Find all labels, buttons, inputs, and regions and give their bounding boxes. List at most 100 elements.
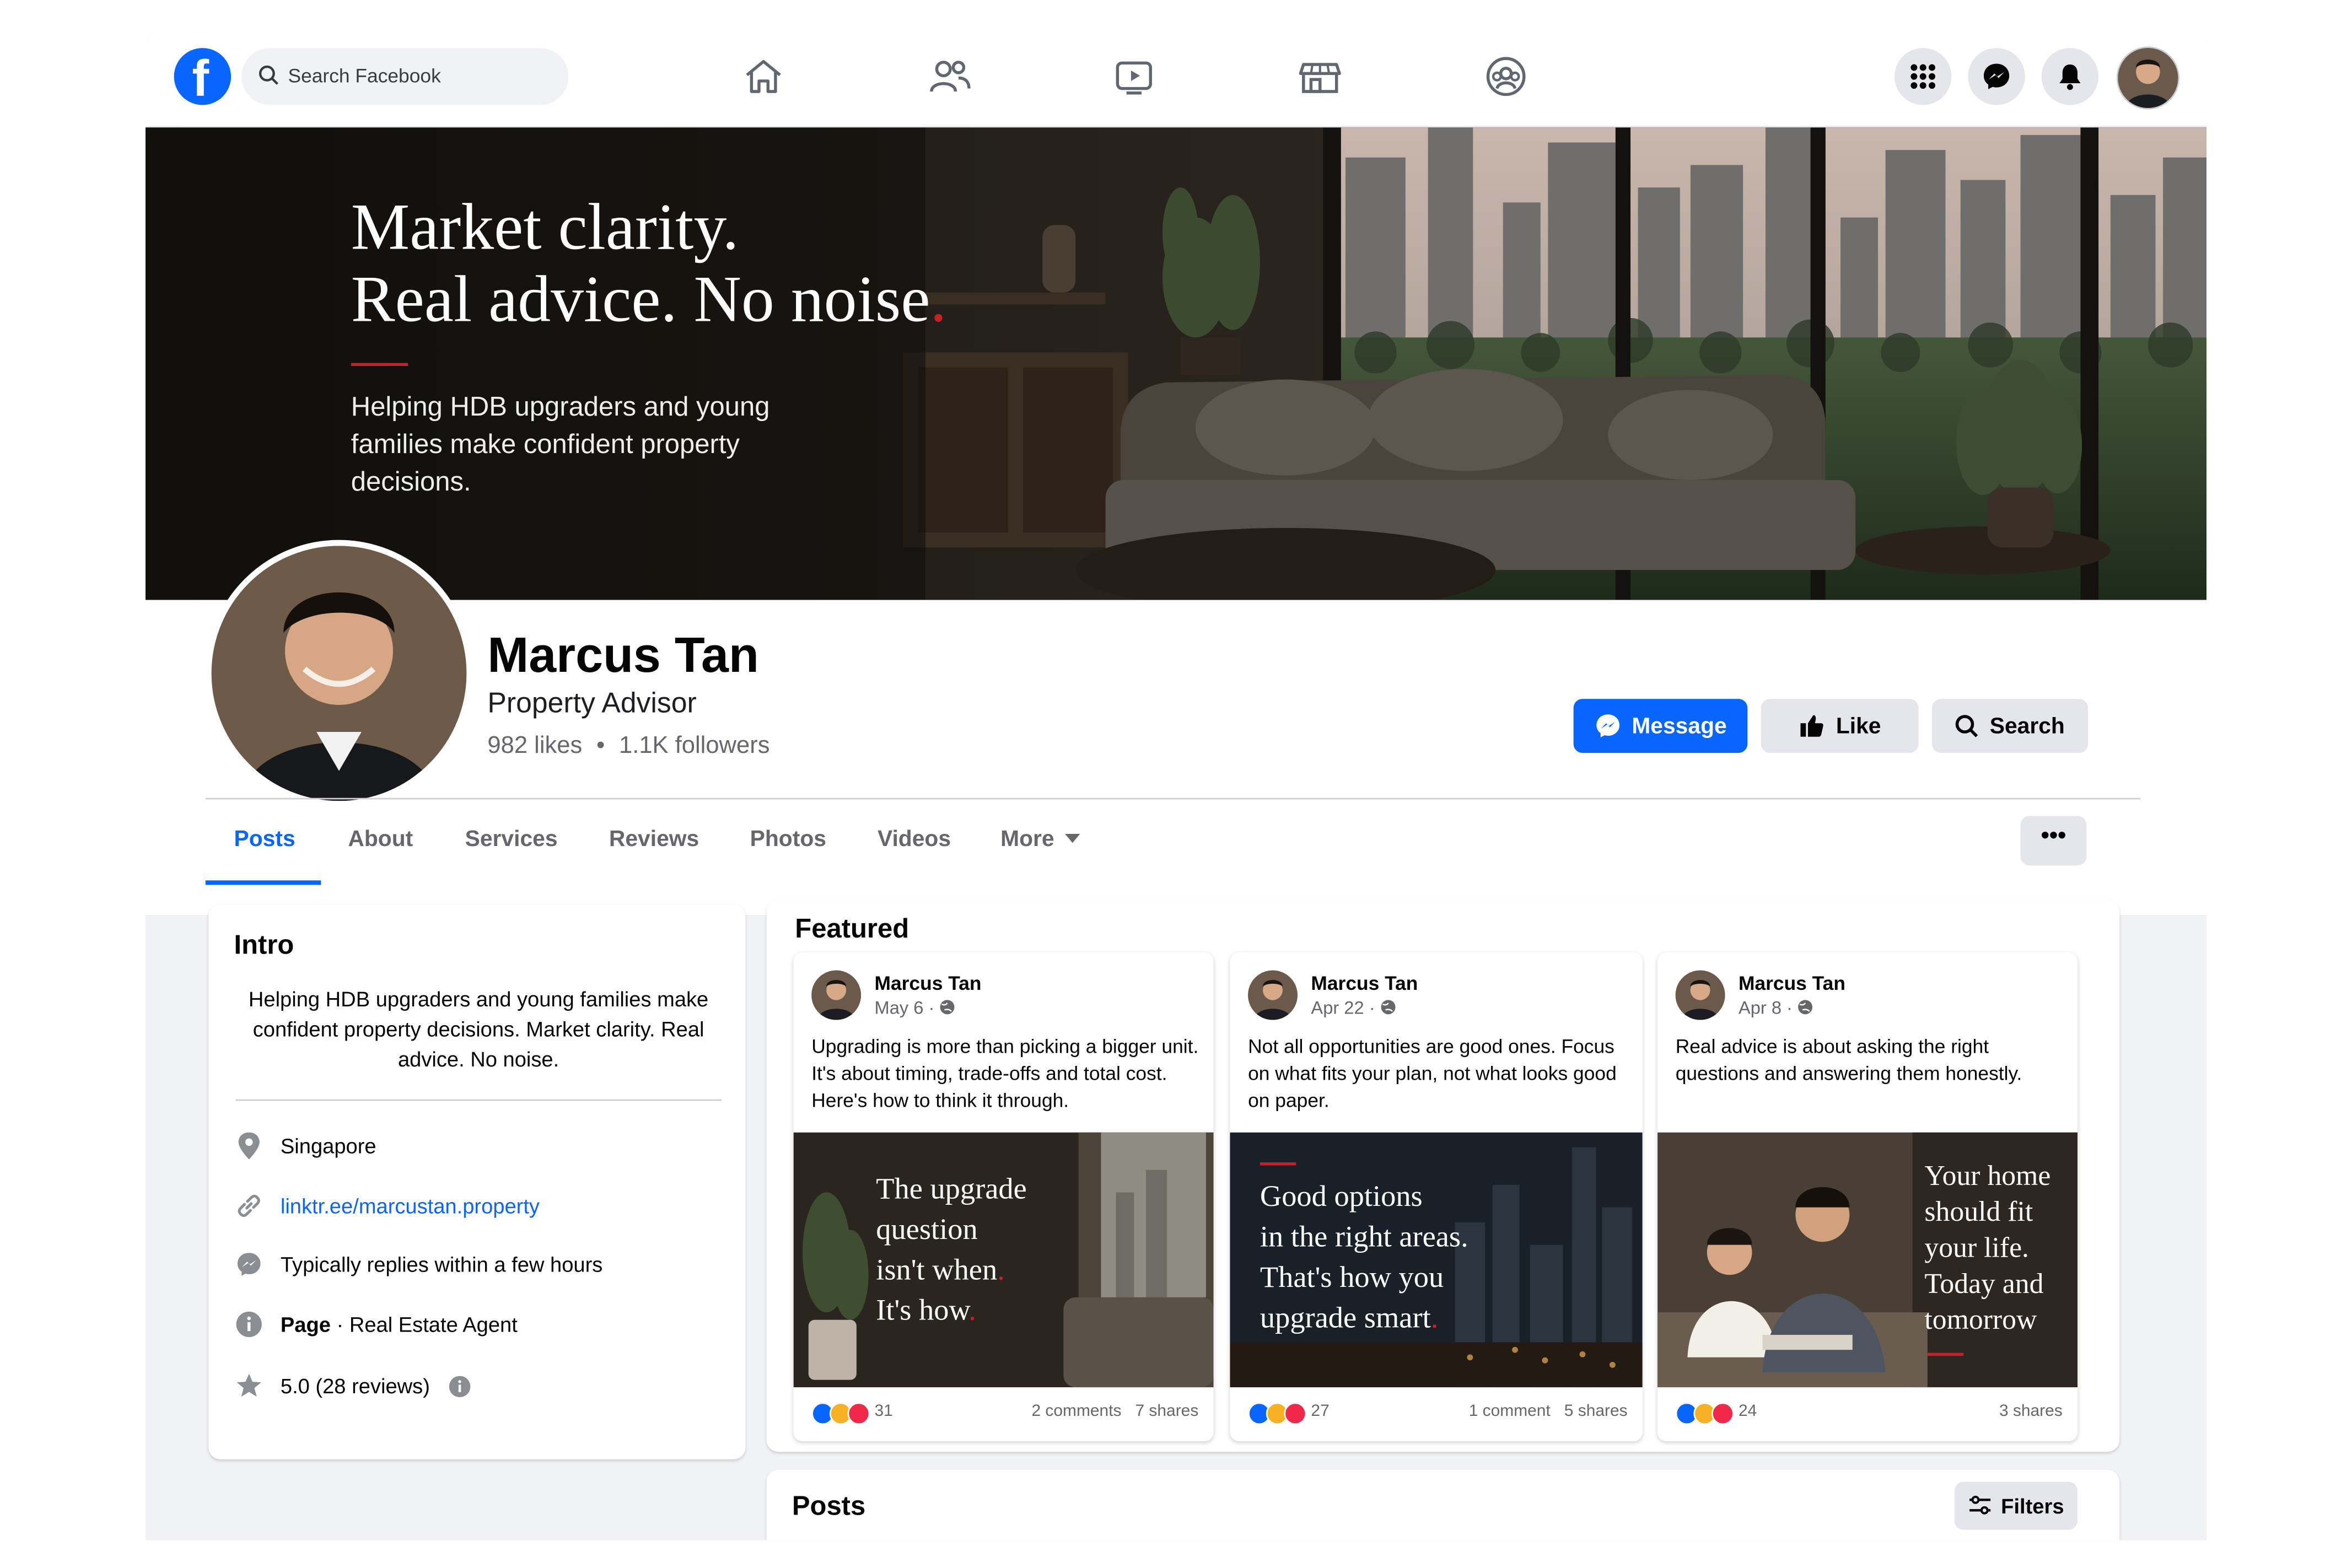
post-engagement: 3 shares (1999, 1402, 2063, 1420)
menu-grid-icon[interactable] (1894, 48, 1952, 105)
watch-icon[interactable] (1110, 52, 1158, 100)
stats-separator: • (596, 733, 605, 759)
info-icon (236, 1311, 262, 1338)
intro-link-row: linktr.ee/marcustan.property (235, 1189, 540, 1222)
featured-post[interactable]: Marcus Tan May 6 · Upgrading is more tha… (793, 952, 1214, 1442)
tab-about[interactable]: About (348, 826, 413, 852)
message-button[interactable]: Message (1573, 699, 1748, 753)
post-date: Apr 8 · (1739, 998, 1814, 1019)
post-image[interactable]: The upgrade question isn't when. It's how. (793, 1132, 1214, 1388)
post-text: Not all opportunities are good ones. Foc… (1248, 1034, 1617, 1112)
facebook-logo-icon[interactable]: f (174, 48, 232, 108)
post-image-caption: The upgrade question isn't when. It's how. (876, 1173, 1027, 1328)
reaction-count[interactable]: 27 (1311, 1402, 1329, 1420)
message-button-label: Message (1632, 713, 1727, 739)
comments-count[interactable]: 2 comments (1031, 1402, 1121, 1420)
tab-photos[interactable]: Photos (750, 826, 826, 852)
post-image[interactable]: Good options in the right areas. That's ho… (1230, 1132, 1643, 1388)
reaction-icons[interactable] (1248, 1402, 1307, 1425)
more-options-button[interactable]: ••• (2020, 816, 2087, 866)
marketplace-icon[interactable] (1296, 52, 1344, 100)
cover-headline-dot: . (930, 262, 947, 336)
tab-more[interactable]: More (1000, 826, 1080, 852)
location-pin-icon (238, 1132, 260, 1160)
intro-page-label: Page (280, 1312, 331, 1337)
post-image-caption-line: Good options (1260, 1180, 1423, 1214)
tab-posts[interactable]: Posts (234, 826, 295, 852)
globe-icon (1381, 1000, 1396, 1015)
post-image-caption-line: That's how you (1260, 1261, 1444, 1295)
tab-services[interactable]: Services (465, 826, 558, 852)
profile-picture[interactable] (205, 540, 473, 807)
shares-count[interactable]: 3 shares (1999, 1402, 2063, 1420)
profile-stats: 982 likes • 1.1K followers (487, 734, 769, 761)
tab-videos[interactable]: Videos (878, 826, 951, 852)
followers-count[interactable]: 1.1K followers (619, 734, 769, 759)
post-image-caption: Good options in the right areas. That's ho… (1260, 1180, 1468, 1335)
filters-button[interactable]: Filters (1954, 1481, 2078, 1530)
messenger-icon[interactable] (1968, 48, 2025, 105)
notifications-icon[interactable] (2041, 48, 2099, 105)
post-date: Apr 22 · (1311, 998, 1396, 1019)
shares-count[interactable]: 5 shares (1564, 1402, 1628, 1420)
intro-rating[interactable]: 5.0 (28 reviews) (281, 1374, 430, 1398)
caret-down-icon (1064, 834, 1080, 843)
featured-post[interactable]: Marcus Tan Apr 22 · Not all opportunitie… (1230, 952, 1643, 1442)
reaction-count[interactable]: 31 (875, 1402, 893, 1420)
post-image-caption-line: upgrade smart (1260, 1302, 1431, 1335)
post-image-caption-line: your life. (1924, 1232, 2029, 1265)
cover-photo: Market clarity. Real advice. No noise. He… (145, 127, 2207, 600)
groups-icon[interactable] (1482, 52, 1530, 100)
search-button-label: Search (1989, 713, 2065, 739)
cover-headline: Market clarity. Real advice. No noise. (351, 191, 1131, 336)
home-icon[interactable] (740, 52, 788, 100)
comments-count[interactable]: 1 comment (1469, 1402, 1551, 1420)
header-divider (205, 798, 2141, 800)
love-reaction-icon (1284, 1402, 1307, 1425)
filters-label: Filters (2001, 1494, 2064, 1518)
author-avatar[interactable] (1248, 970, 1298, 1020)
author-avatar[interactable] (811, 970, 862, 1020)
intro-card: Intro Helping HDB upgraders and young fa… (208, 904, 746, 1459)
likes-count[interactable]: 982 likes (487, 734, 582, 759)
post-image-caption-line: should fit (1924, 1197, 2033, 1228)
reaction-count[interactable]: 24 (1739, 1402, 1757, 1420)
post-date-text: Apr 22 · (1311, 997, 1380, 1019)
post-author[interactable]: Marcus Tan (1311, 972, 1418, 994)
post-image-caption: Your home should fit your life. Today and to… (1924, 1160, 2050, 1340)
info-icon[interactable] (448, 1375, 471, 1397)
link-icon (238, 1194, 260, 1217)
search-page-button[interactable]: Search (1932, 699, 2089, 753)
post-text: Real advice is about asking the right qu… (1675, 1034, 2022, 1085)
shares-count[interactable]: 7 shares (1135, 1402, 1198, 1420)
featured-title: Featured (795, 913, 909, 944)
intro-location-row: Singapore (235, 1129, 376, 1162)
author-avatar[interactable] (1675, 970, 1725, 1020)
search-input[interactable]: Search Facebook (241, 48, 569, 105)
like-button[interactable]: Like (1761, 699, 1919, 753)
love-reaction-icon (847, 1402, 870, 1425)
account-avatar[interactable] (2116, 46, 2180, 110)
cover-subtext: Helping HDB upgraders and young families… (351, 391, 770, 497)
tab-reviews[interactable]: Reviews (609, 826, 699, 852)
post-image-caption-line: Today and (1924, 1269, 2044, 1301)
reaction-icons[interactable] (811, 1402, 870, 1425)
search-icon (259, 65, 278, 85)
friends-icon[interactable] (925, 52, 973, 100)
cover-headline-line-2: Real advice. No noise (351, 262, 930, 336)
intro-rating-row: 5.0 (28 reviews) (235, 1370, 470, 1403)
post-footer: 31 2 comments 7 shares (811, 1399, 1198, 1426)
reaction-icons[interactable] (1675, 1402, 1734, 1425)
featured-post[interactable]: Marcus Tan Apr 8 · Real advice is about … (1657, 952, 2078, 1442)
intro-website-link[interactable]: linktr.ee/marcustan.property (281, 1194, 540, 1218)
post-author[interactable]: Marcus Tan (875, 972, 982, 994)
post-author[interactable]: Marcus Tan (1739, 972, 1845, 994)
intro-response-row: Typically replies within a few hours (235, 1248, 602, 1281)
post-date: May 6 · (875, 998, 956, 1019)
love-reaction-icon (1711, 1402, 1734, 1425)
like-button-label: Like (1836, 713, 1881, 739)
post-image[interactable]: Your home should fit your life. Today and to… (1657, 1132, 2078, 1388)
post-date-text: May 6 · (874, 997, 940, 1019)
filter-sliders-icon (1969, 1495, 1991, 1515)
intro-bio: Helping HDB upgraders and young families… (248, 987, 709, 1071)
